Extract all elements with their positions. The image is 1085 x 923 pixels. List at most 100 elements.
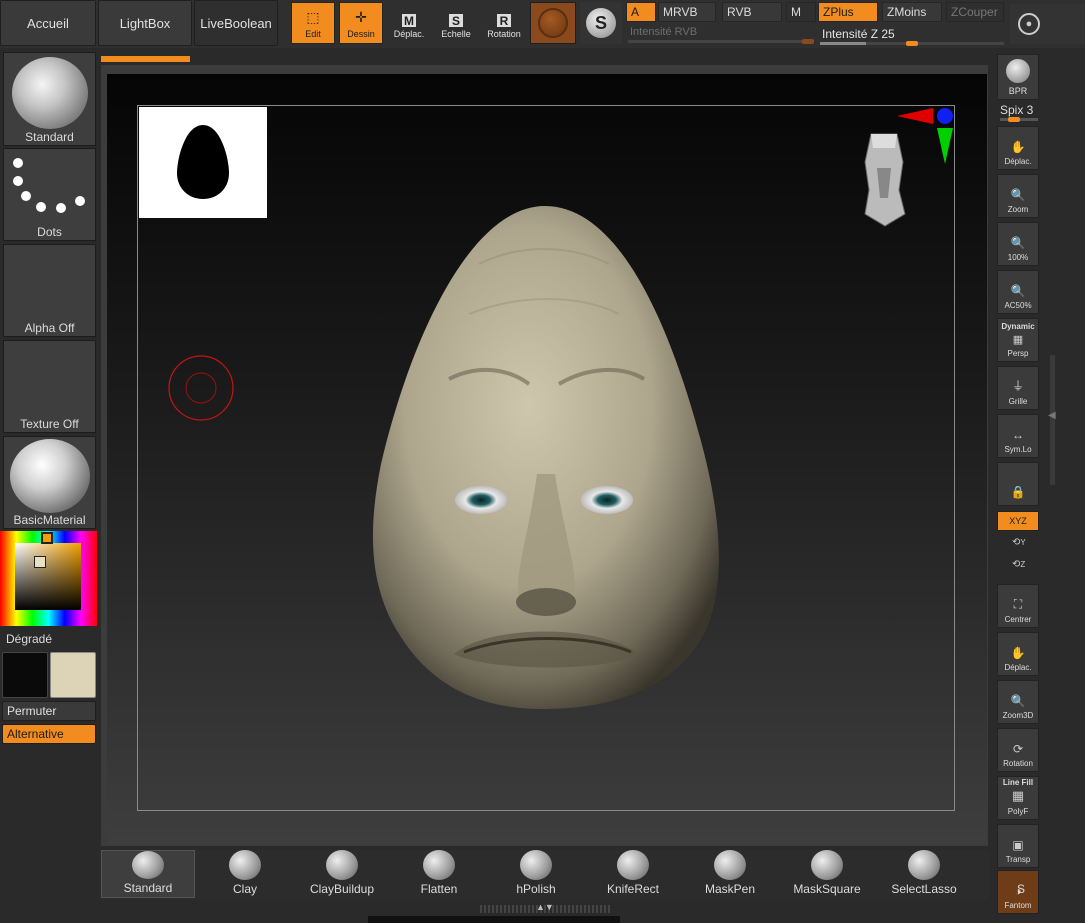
brush-claybuildup[interactable]: ClayBuildup: [295, 850, 389, 898]
collapse-arrow-icon[interactable]: ◀: [1048, 410, 1056, 421]
intensite-rvb-slider[interactable]: [628, 39, 814, 44]
brush-kniferect[interactable]: KnifeRect: [586, 850, 680, 898]
zplus-button[interactable]: ZPlus: [818, 2, 878, 22]
brush-s[interactable]: S: [974, 850, 1068, 898]
mrvb-button[interactable]: MRVB: [658, 2, 716, 22]
alternative-button[interactable]: Alternative: [2, 724, 96, 744]
zoom-button[interactable]: 🔍 Zoom: [997, 174, 1039, 218]
material-brush-button[interactable]: [530, 2, 576, 44]
hand-move-icon: ✋: [1010, 646, 1026, 660]
top-right-panel: ●: [1010, 4, 1085, 44]
deplac-view-button[interactable]: ✋ Déplac.: [997, 126, 1039, 170]
ac50-button[interactable]: 🔍 AC50%: [997, 270, 1039, 314]
axis-gizmo[interactable]: [897, 106, 957, 168]
accueil-button[interactable]: Accueil: [0, 0, 96, 46]
spix-handle[interactable]: [1008, 117, 1020, 122]
brush-flatten[interactable]: Flatten: [392, 850, 486, 898]
target-icon[interactable]: ●: [1018, 13, 1040, 35]
xyz-button[interactable]: XYZ: [997, 511, 1039, 531]
zoom-label: Zoom: [1007, 205, 1029, 214]
material-tile[interactable]: BasicMaterial: [3, 436, 96, 529]
egg-head-model: [372, 206, 719, 709]
brush-label: KnifeRect: [606, 882, 660, 896]
main-color-swatch[interactable]: [2, 652, 48, 698]
bottom-scroll-track[interactable]: [368, 916, 620, 923]
polyf-button[interactable]: Line Fill ▦ PolyF: [997, 776, 1039, 820]
document-tab-indicator[interactable]: [101, 56, 190, 62]
fantom-label: Fantom: [1004, 901, 1032, 910]
brush-selectlasso[interactable]: SelectLasso: [877, 850, 971, 898]
lock-camera-button[interactable]: 🔒: [997, 462, 1039, 506]
spix-slider[interactable]: [1000, 117, 1038, 122]
permuter-button[interactable]: Permuter: [2, 701, 96, 721]
zcouper-button[interactable]: ZCouper: [946, 2, 1004, 22]
deplac-model-button[interactable]: ✋ Déplac.: [997, 632, 1039, 676]
brush-flatten-icon: [423, 850, 455, 880]
brush-hpolish[interactable]: hPolish: [489, 850, 583, 898]
symlo-label: Sym.Lo: [1004, 445, 1032, 454]
rotate-y-button[interactable]: ⟲Y: [1012, 537, 1026, 548]
grille-button[interactable]: ⏚ Grille: [997, 366, 1039, 410]
shelf-arrows-icon[interactable]: ▲▼: [536, 902, 554, 912]
stroke-button[interactable]: S: [580, 2, 622, 44]
bpr-sphere-icon: [1006, 59, 1030, 83]
lock-icon: 🔒: [1010, 485, 1026, 499]
z-axis-dot[interactable]: [937, 108, 953, 124]
brush-masksquare[interactable]: MaskSquare: [780, 850, 874, 898]
intensite-z-slider[interactable]: [820, 41, 1004, 46]
rotation-button[interactable]: R Rotation: [482, 2, 526, 44]
lightbox-button[interactable]: LightBox: [98, 0, 192, 46]
linefill-label: Line Fill: [1002, 778, 1034, 787]
persp-label: Persp: [1007, 349, 1029, 358]
alpha-label: Alpha Off: [24, 321, 75, 335]
grille-label: Grille: [1008, 397, 1028, 406]
rotate-z-button[interactable]: ⟲Z: [1012, 559, 1025, 570]
echelle-button[interactable]: S Echelle: [434, 2, 478, 44]
scale-icon: S: [449, 14, 463, 28]
intensite-z-label: Intensité Z 25: [822, 27, 895, 41]
intensite-z-handle[interactable]: [906, 41, 918, 46]
edit-button[interactable]: ⬚ Edit: [291, 2, 335, 44]
color-picker-cursor[interactable]: [34, 556, 46, 568]
brush-selectlasso-icon: [908, 850, 940, 880]
deplac-model-label: Déplac.: [1004, 663, 1032, 672]
rvb-button[interactable]: RVB: [722, 2, 782, 22]
persp-button[interactable]: Dynamic ▦ Persp: [997, 318, 1039, 362]
alpha-tile[interactable]: Alpha Off: [3, 244, 96, 337]
ac50-label: AC50%: [1004, 301, 1032, 310]
texture-tile[interactable]: Texture Off: [3, 340, 96, 433]
brush-clay[interactable]: Clay: [198, 850, 292, 898]
zmoins-button[interactable]: ZMoins: [882, 2, 942, 22]
deplac-button[interactable]: M Déplac.: [387, 2, 431, 44]
brush-maskpen[interactable]: MaskPen: [683, 850, 777, 898]
bpr-button[interactable]: BPR: [997, 54, 1039, 100]
dots-stroke-tile[interactable]: Dots: [3, 148, 96, 241]
right-shelf: BPR Spix 3 ✋ Déplac. 🔍 Zoom 🔍 100% 🔍 AC50% D…: [994, 48, 1044, 923]
y-axis-arrow[interactable]: [937, 128, 953, 164]
hue-cursor[interactable]: [41, 532, 53, 544]
liveboolean-button[interactable]: LiveBoolean: [194, 0, 278, 46]
viewport-canvas[interactable]: [107, 74, 987, 844]
brush-sphere-icon: [538, 8, 568, 38]
dessin-button[interactable]: ✛ Dessin: [339, 2, 383, 44]
brush-kniferect-icon: [617, 850, 649, 880]
brush-label: MaskSquare: [793, 882, 861, 896]
zoom-100-button[interactable]: 🔍 100%: [997, 222, 1039, 266]
secondary-color-swatch[interactable]: [50, 652, 96, 698]
brush-standard[interactable]: Standard: [101, 850, 195, 898]
brush-standard-icon: [132, 851, 164, 879]
symlo-button[interactable]: ↔ Sym.Lo: [997, 414, 1039, 458]
centrer-button[interactable]: ⛶ Centrer: [997, 584, 1039, 628]
a-button[interactable]: A: [626, 2, 656, 22]
standard-label: Standard: [25, 130, 74, 144]
standard-brush-tile[interactable]: Standard: [3, 52, 96, 146]
zoom3d-button[interactable]: 🔍 Zoom3D: [997, 680, 1039, 724]
intensite-rvb-label: Intensité RVB: [630, 26, 698, 38]
brush-hpolish-icon: [520, 850, 552, 880]
x-axis-arrow[interactable]: [897, 108, 933, 124]
rotation-view-button[interactable]: ⟳ Rotation: [997, 728, 1039, 772]
color-picker[interactable]: [0, 531, 97, 626]
color-square[interactable]: [15, 543, 81, 610]
m-button[interactable]: M: [786, 2, 816, 22]
intensite-rvb-handle[interactable]: [802, 39, 814, 44]
